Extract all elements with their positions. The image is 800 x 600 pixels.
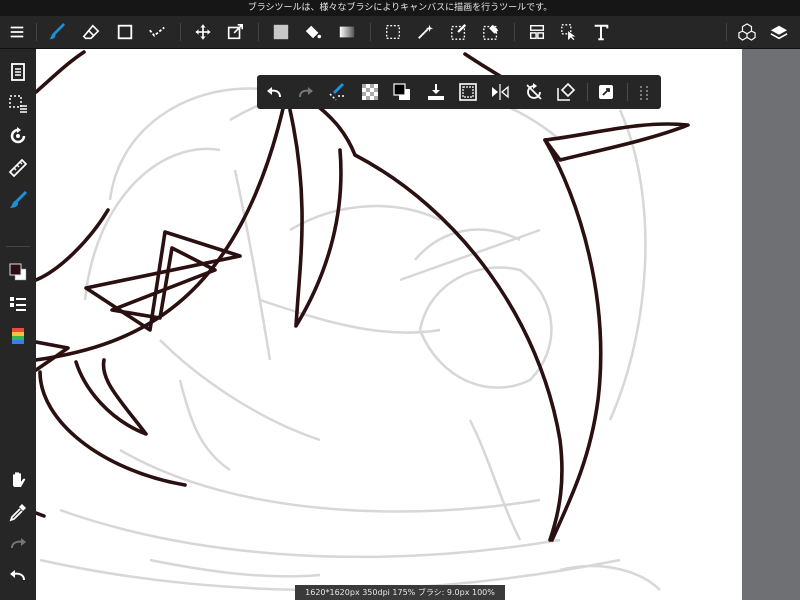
transparent-icon[interactable]: [355, 77, 385, 107]
swap-color-icon[interactable]: [387, 77, 417, 107]
magic-wand-icon[interactable]: [410, 16, 440, 48]
ruler-icon[interactable]: [0, 153, 36, 183]
flip-icon[interactable]: [485, 77, 515, 107]
canvas-background-area: [742, 49, 800, 600]
quick-action-bar: [257, 75, 661, 109]
page-icon[interactable]: [0, 57, 36, 87]
divider: [587, 83, 588, 101]
gradient-icon[interactable]: [332, 16, 362, 48]
top-toolbar: [0, 16, 800, 49]
more-icon[interactable]: [629, 77, 659, 107]
selection-icon[interactable]: [0, 89, 36, 119]
correction-icon[interactable]: [142, 16, 172, 48]
redo-icon[interactable]: [291, 77, 321, 107]
redo-icon[interactable]: [0, 529, 36, 559]
import-icon[interactable]: [421, 77, 451, 107]
rotate-reset-icon[interactable]: [519, 77, 549, 107]
divider: [258, 23, 259, 41]
brush-settings-icon[interactable]: [0, 185, 36, 215]
expand-icon[interactable]: [591, 77, 621, 107]
eraser-icon[interactable]: [76, 16, 106, 48]
drawing-canvas[interactable]: [36, 49, 742, 600]
line-art: [36, 50, 690, 542]
fill-color-icon[interactable]: [266, 16, 296, 48]
artwork: [36, 50, 690, 592]
left-sidebar: [0, 49, 36, 600]
hand-icon[interactable]: [0, 465, 36, 495]
transform-icon[interactable]: [220, 16, 250, 48]
select-eraser-icon[interactable]: [476, 16, 506, 48]
canvas-status-text: 1620*1620px 350dpi 175% ブラシ: 9.0px 100%: [305, 588, 495, 597]
rect-shape-icon[interactable]: [110, 16, 140, 48]
color-icon[interactable]: [0, 257, 36, 287]
move-icon[interactable]: [188, 16, 218, 48]
select-rect-icon[interactable]: [378, 16, 408, 48]
eyedropper-icon[interactable]: [0, 497, 36, 527]
operation-icon[interactable]: [554, 16, 584, 48]
text-icon[interactable]: [586, 16, 616, 48]
brush-list-icon[interactable]: [0, 289, 36, 319]
layer-icon[interactable]: [764, 16, 794, 48]
rotate-icon[interactable]: [0, 121, 36, 151]
divider: [726, 23, 727, 41]
select-pen-icon[interactable]: [444, 16, 474, 48]
divider: [6, 246, 30, 247]
material-icon[interactable]: [732, 16, 762, 48]
snap-icon[interactable]: [323, 77, 353, 107]
divider: [370, 23, 371, 41]
divider: [36, 23, 37, 41]
canvas-status-bar: 1620*1620px 350dpi 175% ブラシ: 9.0px 100%: [295, 585, 505, 600]
palette-icon[interactable]: [0, 321, 36, 351]
divider: [514, 23, 515, 41]
eraser-select-icon[interactable]: [551, 77, 581, 107]
divider: [627, 83, 628, 101]
divider: [180, 23, 181, 41]
undo-icon[interactable]: [0, 561, 36, 591]
menu-icon[interactable]: [2, 16, 32, 48]
tool-hint-text: ブラシツールは、様々なブラシによりキャンバスに描画を行うツールです。: [247, 3, 553, 13]
bucket-icon[interactable]: [298, 16, 328, 48]
tool-hint-bar: ブラシツールは、様々なブラシによりキャンバスに描画を行うツールです。: [0, 0, 800, 16]
brush-icon[interactable]: [42, 16, 72, 48]
select-all-icon[interactable]: [453, 77, 483, 107]
undo-icon[interactable]: [259, 77, 289, 107]
frame-icon[interactable]: [522, 16, 552, 48]
